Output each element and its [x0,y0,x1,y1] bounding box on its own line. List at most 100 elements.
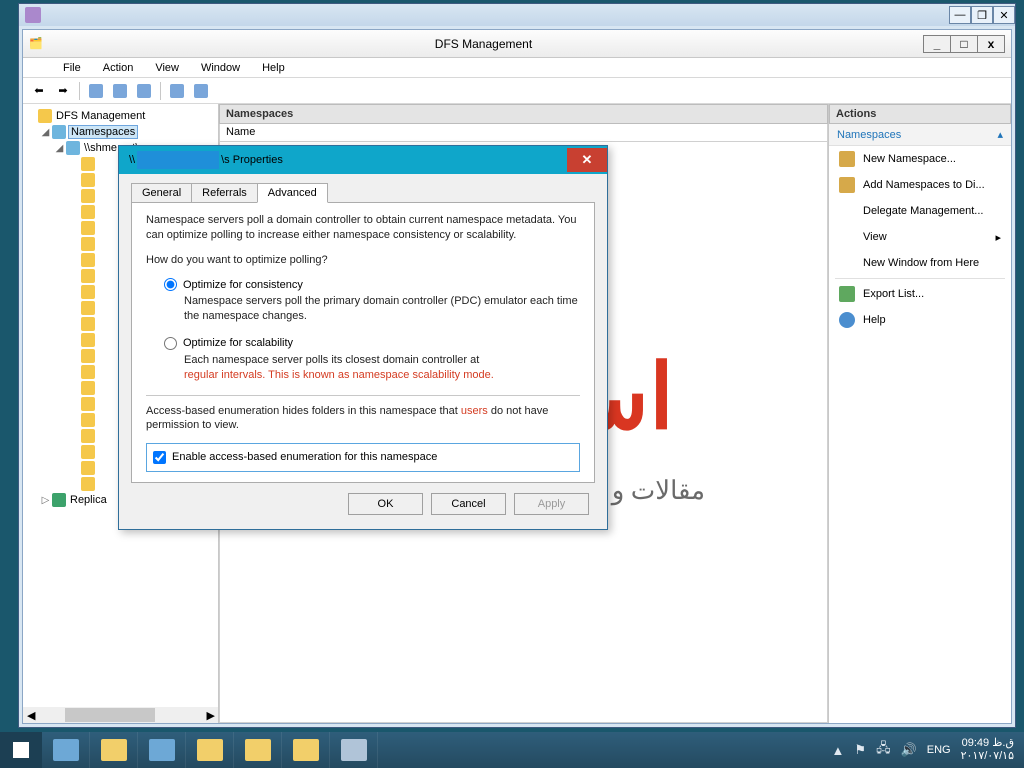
menu-action[interactable]: Action [99,60,138,76]
folder-icon [81,317,95,331]
action-add-namespaces[interactable]: Add Namespaces to Di... [829,172,1011,198]
folder-icon [81,189,95,203]
tray-language[interactable]: ENG [927,744,951,756]
action-view[interactable]: View▸ [829,224,1011,250]
toolbar-separator [79,82,80,100]
outer-close-button[interactable]: ✕ [993,6,1015,24]
folder-icon [38,109,52,123]
toolbar-separator [160,82,161,100]
app-icon [245,739,271,761]
taskbar-dfs[interactable] [282,732,330,768]
folder-icon [81,157,95,171]
taskbar[interactable]: ▲ ⚑ 🖧 🔊 ENG ق.ظ 09:49 ۲۰۱۷/۰۷/۱۵ [0,732,1024,768]
option-consistency-desc: Namespace servers poll the primary domai… [184,294,580,324]
actions-header: Actions [829,104,1011,124]
folder-icon [81,269,95,283]
checkbox-enable-abe[interactable] [153,451,166,464]
menu-window[interactable]: Window [197,60,244,76]
blank-icon [839,229,855,245]
taskbar-app-1[interactable] [138,732,186,768]
chevron-right-icon: ▸ [995,231,1001,244]
column-name[interactable]: Name [220,124,261,141]
abe-checkbox-label: Enable access-based enumeration for this… [172,450,437,465]
nav-back-button[interactable]: ⬅ [29,81,49,101]
menu-help[interactable]: Help [258,60,289,76]
horizontal-scrollbar[interactable]: ◀▶ [23,707,219,723]
tree-root[interactable]: DFS Management [25,108,216,124]
taskbar-explorer[interactable] [90,732,138,768]
divider [146,395,580,396]
action-new-namespace[interactable]: New Namespace... [829,146,1011,172]
folder-icon [81,253,95,267]
collapse-icon: ▴ [997,128,1003,141]
scrollbar-thumb[interactable] [65,708,155,722]
replication-icon [52,493,66,507]
titlebar[interactable]: 🗂️ DFS Management _ □ x [23,30,1011,58]
radio-scalability[interactable] [164,337,177,350]
outer-restore-button[interactable]: ❐ [971,6,993,24]
folder-icon [81,349,95,363]
toolbar-btn-4[interactable] [167,81,187,101]
toolbar-btn-1[interactable] [86,81,106,101]
action-help[interactable]: Help [829,307,1011,333]
tray-overflow-icon[interactable]: ▲ [832,743,845,758]
action-delegate-management[interactable]: Delegate Management... [829,198,1011,224]
toolbar-icon [170,84,184,98]
option-scalability[interactable]: Optimize for scalability [164,336,580,351]
actions-group-namespaces[interactable]: Namespaces▴ [829,124,1011,146]
folder-icon [81,445,95,459]
minimize-button[interactable]: _ [923,35,951,53]
ok-button[interactable]: OK [348,493,423,515]
option-consistency[interactable]: Optimize for consistency [164,278,580,293]
tab-general[interactable]: General [131,183,192,203]
dialog-titlebar[interactable]: \\ \s Properties ✕ [119,146,607,174]
app-icon [149,739,175,761]
window-title: DFS Management [43,37,924,51]
help-icon [839,312,855,328]
cancel-button[interactable]: Cancel [431,493,506,515]
taskbar-app-4[interactable] [330,732,378,768]
tree-namespaces[interactable]: ◢Namespaces [25,124,216,140]
tab-referrals[interactable]: Referrals [191,183,258,203]
start-button[interactable] [0,732,42,768]
tray-clock[interactable]: ق.ظ 09:49 ۲۰۱۷/۰۷/۱۵ [961,737,1014,762]
tray-network-icon[interactable]: 🖧 [876,739,891,761]
taskbar-app-2[interactable] [186,732,234,768]
blank-icon [839,255,855,271]
nav-forward-button[interactable]: ➡ [53,81,73,101]
option-consistency-label: Optimize for consistency [183,278,303,293]
folder-icon [81,365,95,379]
action-new-window[interactable]: New Window from Here [829,250,1011,276]
outer-titlebar[interactable]: — ❐ ✕ [19,4,1015,26]
abe-checkbox-row[interactable]: Enable access-based enumeration for this… [146,443,580,472]
apply-button[interactable]: Apply [514,493,589,515]
menu-file[interactable]: File [59,60,85,76]
dialog-title-suffix: \s Properties [221,154,283,166]
close-button[interactable]: x [977,35,1005,53]
action-export-list[interactable]: Export List... [829,281,1011,307]
toolbar-icon [137,84,151,98]
menu-view[interactable]: View [151,60,183,76]
namespaces-panel-header: Namespaces [219,104,828,124]
toolbar-btn-2[interactable] [110,81,130,101]
folder-icon [81,381,95,395]
tray-volume-icon[interactable]: 🔊 [901,742,917,758]
namespace-icon [66,141,80,155]
taskbar-app-3[interactable] [234,732,282,768]
tab-advanced-content: Namespace servers poll a domain controll… [131,202,595,483]
taskbar-server-manager[interactable] [42,732,90,768]
tray-flag-icon[interactable]: ⚑ [854,742,866,758]
option-scalability-label: Optimize for scalability [183,336,293,351]
computer-icon [341,739,367,761]
maximize-button[interactable]: □ [950,35,978,53]
system-tray[interactable]: ▲ ⚑ 🖧 🔊 ENG ق.ظ 09:49 ۲۰۱۷/۰۷/۱۵ [832,737,1024,762]
dialog-close-button[interactable]: ✕ [567,148,607,172]
folder-icon [81,237,95,251]
tab-advanced[interactable]: Advanced [257,183,328,203]
list-header[interactable]: Name [219,124,828,142]
toolbar-btn-3[interactable] [134,81,154,101]
radio-consistency[interactable] [164,278,177,291]
toolbar-btn-5[interactable] [191,81,211,101]
outer-min-button[interactable]: — [949,6,971,24]
windows-logo-icon [13,742,29,758]
